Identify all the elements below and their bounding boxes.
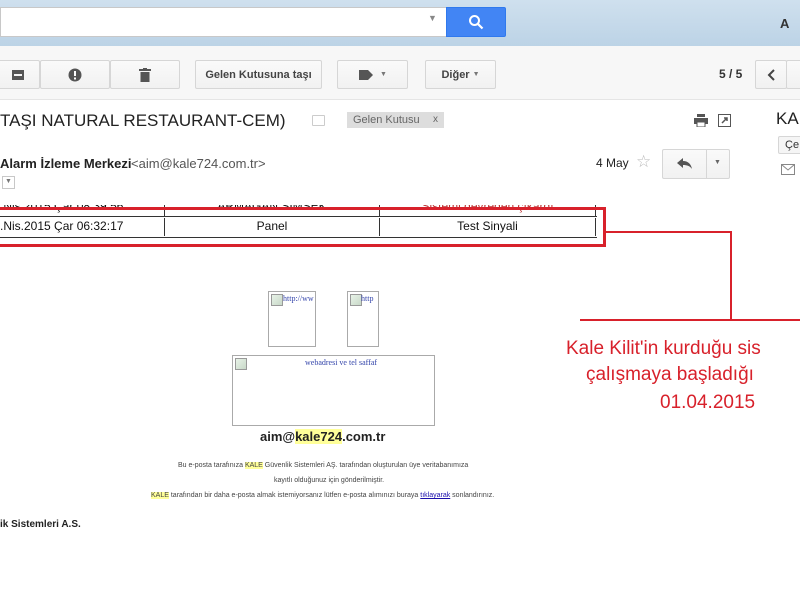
- unsubscribe-link[interactable]: tıklayarak: [420, 492, 450, 499]
- annotation-text-line3: 01.04.2015: [660, 392, 756, 413]
- chevron-down-icon: ▼: [472, 71, 480, 78]
- label-chip-text: Gelen Kutusu: [353, 114, 420, 126]
- open-new-window-icon[interactable]: [718, 114, 731, 127]
- company-signature: ik Sistemleri A.S.: [0, 519, 81, 530]
- footer-disclaimer-line2: kayıtlı olduğunuz için gönderilmiştir.: [274, 477, 385, 484]
- annotation-text-line1: Kale Kilit'in kurduğu sis: [566, 338, 761, 359]
- importance-marker-icon[interactable]: [312, 115, 325, 126]
- trash-icon: [139, 67, 151, 82]
- reply-button-group: ▼: [662, 149, 730, 179]
- footer-disclaimer-line3: KALE tarafından bir daha e-posta almak i…: [151, 492, 495, 499]
- more-actions-chevron-icon[interactable]: ▼: [714, 159, 721, 166]
- broken-image-icon: [235, 358, 247, 370]
- search-icon: [469, 15, 484, 30]
- sidebar-contact-name: KAL: [776, 109, 800, 128]
- chevron-left-icon: [767, 68, 775, 81]
- broken-image: http://ww: [268, 291, 316, 347]
- newer-button[interactable]: [755, 60, 787, 89]
- older-button[interactable]: [786, 60, 800, 89]
- chevron-down-icon: ▼: [380, 71, 387, 78]
- search-input[interactable]: [0, 7, 447, 37]
- remove-label-icon[interactable]: x: [433, 112, 438, 128]
- more-label: Diğer: [441, 68, 470, 81]
- account-name[interactable]: A: [780, 16, 789, 31]
- email-subject: TAŞI NATURAL RESTAURANT-CEM): [0, 111, 286, 130]
- inbox-label-chip[interactable]: Gelen Kutusu x: [347, 112, 444, 128]
- annotation-pointer: [730, 231, 732, 321]
- chevron-down-icon: ▼: [5, 178, 12, 185]
- broken-image-icon: [271, 294, 283, 306]
- footer-disclaimer-line1: Bu e-posta tarafınıza KALE Güvenlik Sist…: [178, 462, 469, 469]
- reply-icon[interactable]: [677, 158, 693, 170]
- annotation-text-line2: çalışmaya başladığı: [586, 364, 754, 385]
- delete-button[interactable]: [110, 60, 180, 89]
- search-options-caret-icon[interactable]: ▼: [428, 13, 437, 23]
- label-tag-icon: [359, 69, 374, 80]
- broken-image: http: [347, 291, 379, 347]
- sender-name[interactable]: Alarm İzleme Merkezi: [0, 156, 132, 171]
- spam-icon: [68, 68, 82, 81]
- labels-button[interactable]: ▼: [337, 60, 408, 89]
- annotation-highlight-box: [0, 207, 606, 247]
- email-date: 4 May: [596, 156, 629, 170]
- top-bar: ▼ A: [0, 0, 800, 46]
- archive-button[interactable]: [0, 60, 40, 89]
- search-button[interactable]: [446, 7, 506, 37]
- mail-toolbar: Gelen Kutusuna taşı ▼ Diğer ▼ 5 / 5: [0, 46, 800, 100]
- move-to-inbox-button[interactable]: Gelen Kutusuna taşı: [195, 60, 322, 89]
- more-button[interactable]: Diğer ▼: [425, 60, 496, 89]
- sender-email: <aim@kale724.com.tr>: [131, 156, 266, 171]
- pager-count: 5 / 5: [719, 67, 743, 81]
- annotation-pointer: [580, 319, 800, 321]
- mail-icon[interactable]: [781, 164, 795, 175]
- sidebar-action-button[interactable]: Çe: [778, 136, 800, 154]
- show-details-button[interactable]: ▼: [2, 176, 15, 189]
- report-spam-button[interactable]: [40, 60, 110, 89]
- annotation-pointer: [606, 231, 732, 233]
- star-icon[interactable]: ☆: [636, 152, 651, 172]
- footer-email: aim@kale724.com.tr: [260, 429, 386, 444]
- archive-icon: [12, 69, 24, 80]
- print-icon[interactable]: [694, 114, 708, 127]
- broken-image: webadresi ve tel saffaf: [232, 355, 435, 426]
